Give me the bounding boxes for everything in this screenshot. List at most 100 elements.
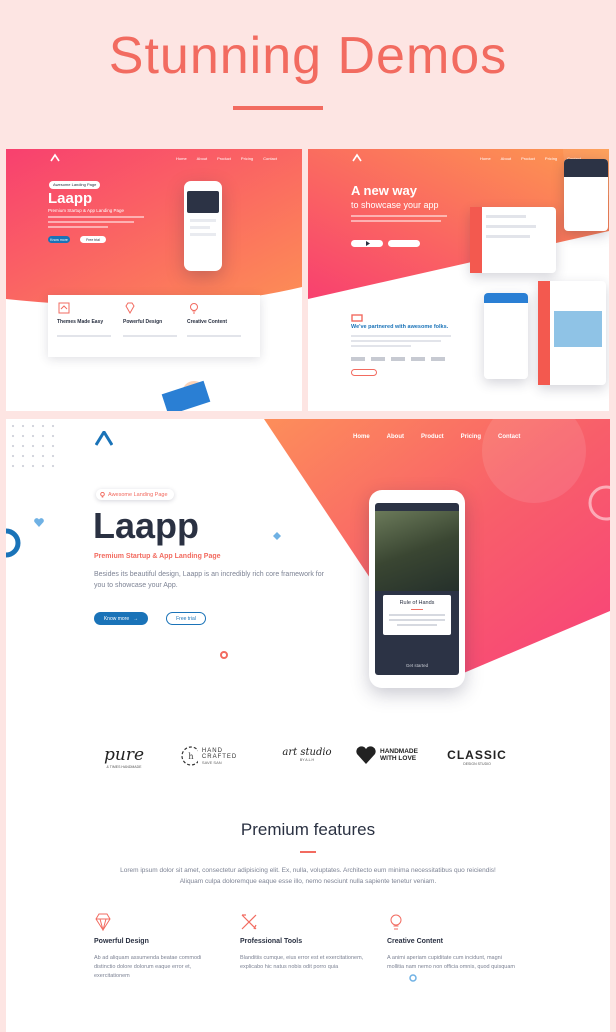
text-placeholder: [48, 216, 144, 218]
button-label: Know more: [103, 615, 130, 622]
text-placeholder: [187, 335, 241, 337]
features-description-line: Aliquam culpa doloremque eaque esse illo…: [179, 878, 437, 885]
feature-text: A animi aperiam cupiditate cum incidunt,…: [387, 955, 515, 970]
demo1-badge: Awesome Landing Page: [49, 181, 101, 189]
text-placeholder: [351, 345, 411, 347]
demo-preview-2[interactable]: Home About Product Pricing Contact A new…: [308, 149, 609, 411]
secondary-button[interactable]: [388, 240, 420, 247]
features-description-line: Lorem ipsum dolor sit amet, consectetur …: [120, 867, 496, 874]
mockup-header: [484, 293, 528, 303]
brand-logo-pure: pure & TIMES HANDMADE: [94, 745, 154, 769]
nav-item[interactable]: Pricing: [461, 434, 481, 440]
partner-button[interactable]: [351, 369, 377, 376]
badge-label: Awesome Landing Page: [108, 491, 168, 498]
lightbulb-icon: [188, 301, 200, 319]
mockup-sidebar: [538, 281, 550, 385]
feature-title: Professional Tools: [240, 938, 303, 945]
brand-name: art studio: [282, 747, 332, 758]
text-placeholder: [486, 215, 526, 218]
diamond-icon: [124, 301, 136, 319]
lightbulb-icon: [100, 491, 105, 497]
text-placeholder: [486, 235, 530, 238]
brand-logo-handmade: HANDMADE WITH LOVE: [356, 746, 418, 764]
demo1-nav: Home About Product Pricing Contact: [176, 156, 277, 161]
demo3-description: Besides its beautiful design, Laapp is a…: [94, 571, 324, 589]
text-placeholder: [190, 226, 210, 229]
text-placeholder: [48, 221, 134, 223]
demo-preview-3[interactable]: Home About Product Pricing Contact Aweso…: [6, 419, 610, 1032]
brand-tagline: WITH LOVE: [380, 755, 417, 762]
brand-name: HANDMADE: [380, 748, 418, 755]
text-placeholder: [190, 219, 216, 222]
demo1-features-card: [48, 295, 260, 357]
text-placeholder: [389, 614, 445, 616]
nav-item[interactable]: About: [197, 156, 207, 161]
text-placeholder: [351, 340, 441, 342]
watch-video-button[interactable]: [351, 240, 383, 247]
feature-title: Themes Made Easy: [57, 319, 104, 325]
heading-divider: [300, 851, 316, 853]
calendar-mockup: [564, 159, 608, 231]
phone-mockup: Rule of Hands Get started: [369, 490, 465, 688]
phone-screen: Rule of Hands Get started: [375, 503, 459, 675]
text-placeholder: [48, 226, 108, 228]
phone-screen-header: [187, 191, 219, 213]
demo1-subtitle: Premium Startup & App Landing Page: [48, 208, 125, 213]
map-area: [554, 311, 602, 347]
logo-icon[interactable]: [50, 153, 60, 163]
nav-item[interactable]: Contact: [498, 434, 520, 440]
nav-item[interactable]: Product: [421, 434, 444, 440]
nav-item[interactable]: Product: [521, 156, 535, 161]
svg-text:h: h: [188, 752, 193, 761]
features-heading: Premium features: [240, 820, 376, 839]
partner-logos: [351, 357, 451, 361]
demo3-badge: Awesome Landing Page: [96, 489, 174, 500]
free-trial-button[interactable]: Free trial: [80, 236, 106, 243]
nav-item[interactable]: About: [501, 156, 511, 161]
feature-title: Powerful Design: [123, 319, 163, 325]
nav-item[interactable]: Home: [176, 156, 187, 161]
text-placeholder: [486, 225, 536, 228]
title-underline: [233, 106, 323, 110]
brand-logo-classic: CLASSIC DESIGN STUDIO: [442, 748, 512, 766]
text-placeholder: [123, 335, 177, 337]
nav-item[interactable]: Home: [480, 156, 491, 161]
mockup-header: [564, 159, 608, 177]
nav-item[interactable]: About: [387, 434, 404, 440]
play-icon: [365, 241, 370, 246]
brand-name: HAND CRAFTED: [201, 747, 238, 760]
free-trial-button[interactable]: Free trial: [166, 612, 206, 625]
phone-mockup: [184, 181, 222, 271]
text-placeholder: [351, 220, 441, 222]
dashboard-mockup: [470, 207, 556, 273]
layers-icon: [58, 301, 70, 319]
arrow-right-icon: →: [133, 615, 139, 622]
demo-preview-1[interactable]: Home About Product Pricing Contact Aweso…: [6, 149, 302, 411]
know-more-button[interactable]: Know more →: [94, 612, 148, 625]
demo3-nav: Home About Product Pricing Contact: [353, 434, 520, 440]
card-divider: [411, 609, 423, 610]
know-more-button[interactable]: Know more: [48, 236, 70, 243]
nav-item[interactable]: Product: [217, 156, 231, 161]
feature-text: Ab ad aliquam assumenda beatae commodi d…: [94, 955, 202, 979]
demo3-title: Laapp: [93, 505, 200, 546]
feature-title: Creative Content: [387, 938, 444, 945]
nav-item[interactable]: Pricing: [545, 156, 557, 161]
logo-icon[interactable]: [352, 153, 362, 163]
nav-item[interactable]: Home: [353, 434, 370, 440]
partner-heading: We've partnered with awesome folks.: [351, 324, 449, 330]
heart-icon: [356, 746, 376, 764]
nav-item[interactable]: Pricing: [241, 156, 253, 161]
logo-icon[interactable]: [95, 431, 113, 446]
nav-item[interactable]: Contact: [263, 156, 277, 161]
features-description: Lorem ipsum dolor sit amet, consectetur …: [66, 865, 550, 887]
text-placeholder: [57, 335, 111, 337]
text-placeholder: [351, 335, 451, 337]
text-placeholder: [389, 619, 445, 621]
text-placeholder: [397, 624, 437, 626]
dot-grid: [8, 421, 58, 471]
get-started-link[interactable]: Get started: [375, 663, 459, 668]
diamond-shape-icon: [273, 532, 281, 540]
page-title: Stunning Demos: [108, 27, 508, 85]
lightbulb-icon: [390, 914, 402, 930]
